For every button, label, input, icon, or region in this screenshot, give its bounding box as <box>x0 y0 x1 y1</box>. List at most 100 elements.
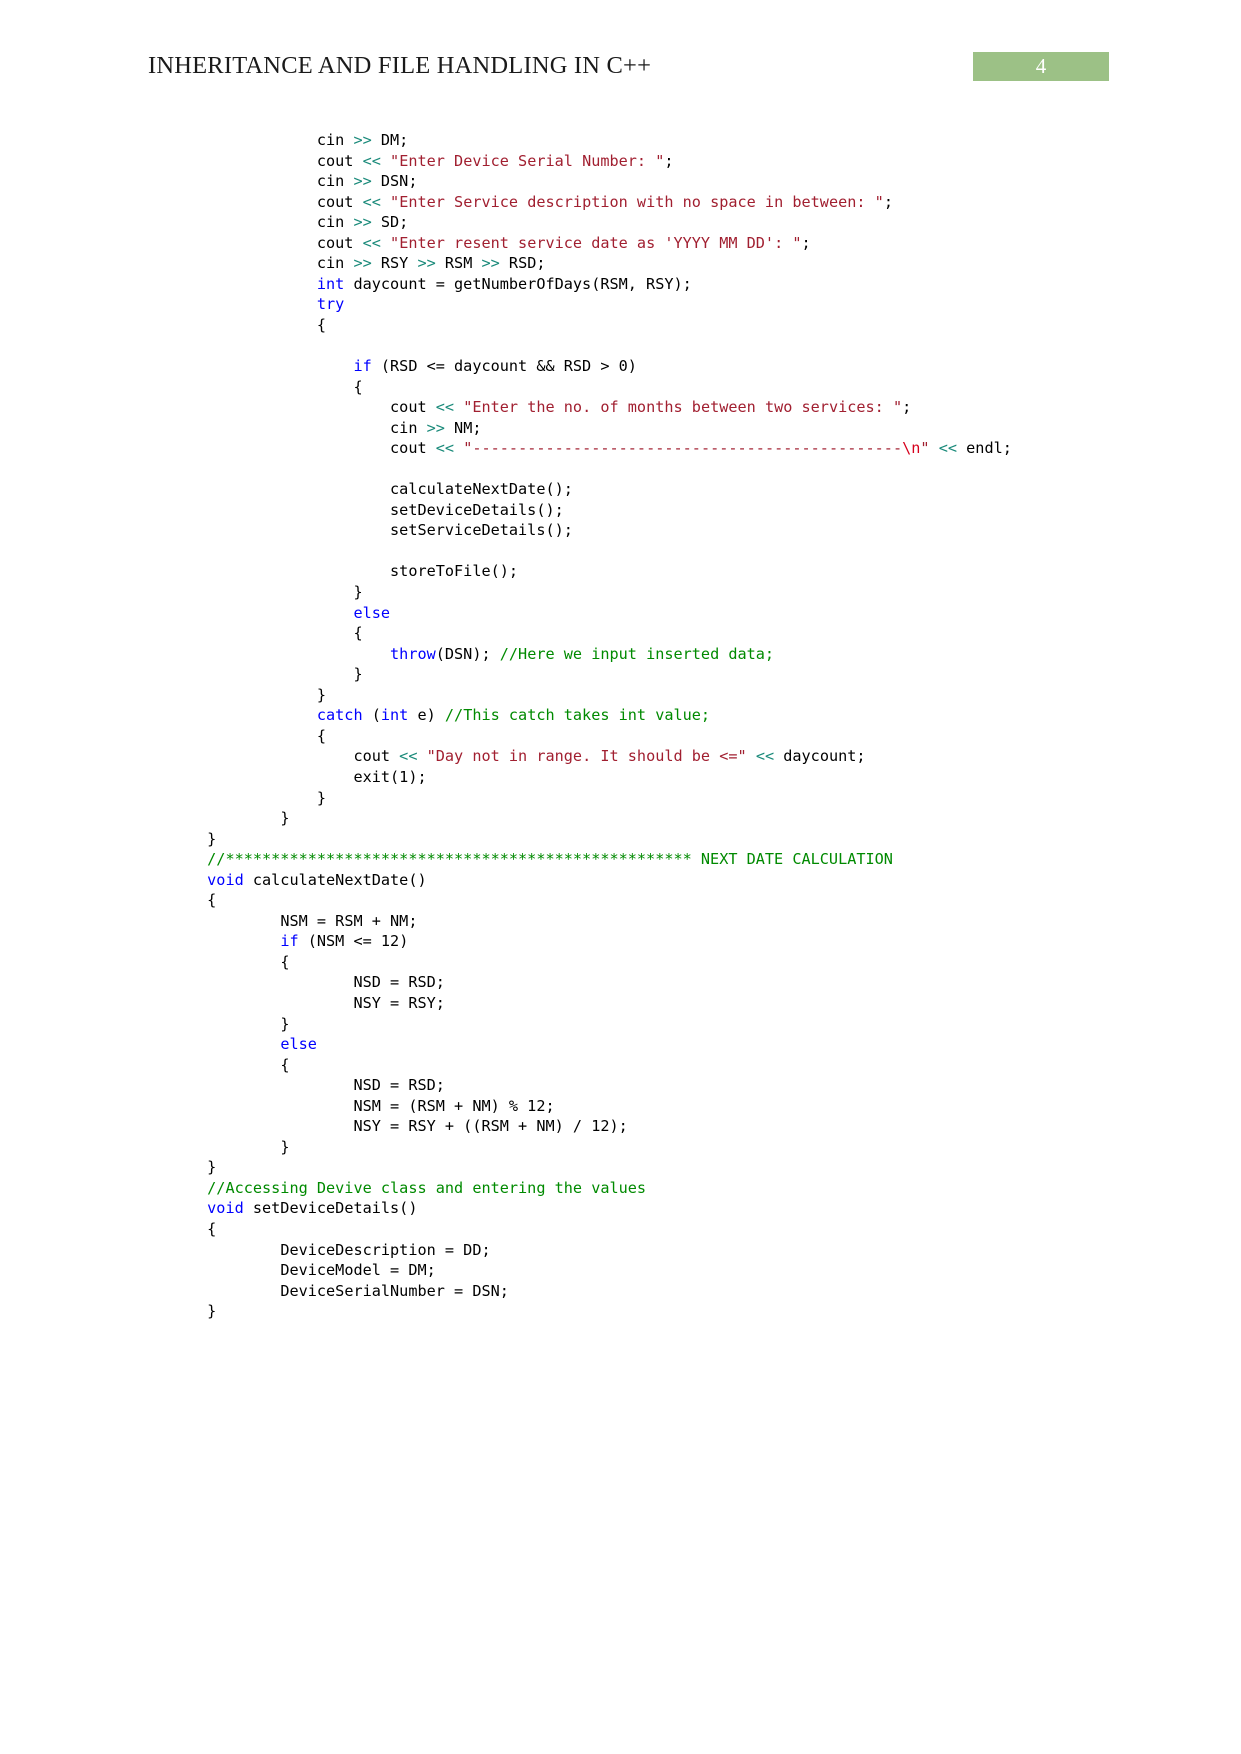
code-token: ; <box>902 398 912 417</box>
code-token: if <box>280 932 299 951</box>
code-token: ( <box>362 706 381 725</box>
code-token: " <box>920 439 930 458</box>
code-token: //This catch takes int value; <box>444 706 711 725</box>
code-line: //Accessing Devive class and entering th… <box>134 1179 646 1197</box>
code-line: cin >> DM; <box>134 131 408 149</box>
code-line: catch (int e) //This catch takes int val… <box>134 706 710 724</box>
code-token: (NSM <= 12) <box>298 932 409 951</box>
code-token: NSM = RSM + NM; <box>134 911 418 930</box>
code-token: NSY = RSY; <box>134 993 445 1012</box>
code-token: << <box>938 439 958 458</box>
code-token: RSD; <box>499 254 546 273</box>
code-token: { <box>134 891 217 910</box>
code-token: } <box>134 1137 290 1156</box>
code-line: DeviceSerialNumber = DSN; <box>134 1282 509 1300</box>
code-line: setDeviceDetails(); <box>134 501 564 519</box>
code-token: calculateNextDate() <box>243 870 427 889</box>
code-token: >> <box>353 131 372 149</box>
code-line: DeviceDescription = DD; <box>134 1241 490 1259</box>
code-token: int <box>380 706 409 725</box>
code-token: "Enter Device Serial Number: " <box>390 151 665 170</box>
code-token: "---------------------------------------… <box>463 439 903 458</box>
code-token: << <box>435 398 455 417</box>
code-token: storeToFile(); <box>134 562 519 581</box>
code-line: DeviceModel = DM; <box>134 1261 435 1279</box>
code-token: << <box>435 439 455 458</box>
code-token: NM; <box>444 418 482 437</box>
page-header: INHERITANCE AND FILE HANDLING IN C++ 4 <box>0 0 1241 110</box>
code-line: } <box>134 1158 216 1176</box>
code-token: { <box>134 315 327 334</box>
code-line: NSD = RSD; <box>134 1076 445 1095</box>
code-token: //Accessing Devive class and entering th… <box>207 1178 647 1197</box>
code-line: cout << "-------------------------------… <box>134 439 1012 457</box>
code-token: NSD = RSD; <box>134 973 445 992</box>
code-line: NSM = RSM + NM; <box>134 912 417 930</box>
code-line: setServiceDetails(); <box>134 521 573 539</box>
code-token: RSM <box>435 254 482 273</box>
code-token: cout <box>134 398 436 417</box>
code-line: { <box>134 891 216 909</box>
code-line: cout << "Day not in range. It should be … <box>134 747 865 766</box>
page-title: INHERITANCE AND FILE HANDLING IN C++ <box>148 52 652 79</box>
code-token: { <box>134 952 290 971</box>
page-number-badge: 4 <box>973 52 1109 81</box>
code-line: throw(DSN); //Here we input inserted dat… <box>134 645 774 663</box>
code-line: } <box>134 686 326 704</box>
code-line: } <box>134 1302 216 1320</box>
code-token: { <box>134 1219 217 1238</box>
code-line: cout << "Enter resent service date as 'Y… <box>134 234 811 252</box>
code-token: NSD = RSD; <box>134 1076 445 1095</box>
code-line: NSY = RSY; <box>134 993 445 1012</box>
code-line: { <box>134 1220 216 1238</box>
code-token: cin <box>134 254 354 273</box>
code-token: void <box>207 870 244 889</box>
code-token: \n <box>902 439 921 458</box>
code-line: cin >> NM; <box>134 419 481 437</box>
code-token: setServiceDetails(); <box>134 521 573 540</box>
code-line: cin >> DSN; <box>134 172 418 191</box>
code-token: catch <box>316 706 363 725</box>
code-token: cout <box>134 233 363 252</box>
code-line: cout << "Enter the no. of months between… <box>134 398 911 416</box>
code-token: cout <box>134 747 400 766</box>
code-token: calculateNextDate(); <box>134 480 573 499</box>
code-line: } <box>134 665 363 684</box>
code-line: if (NSM <= 12) <box>134 932 408 950</box>
code-token: } <box>134 788 327 807</box>
code-token: ; <box>801 233 811 252</box>
code-line: { <box>134 1056 289 1074</box>
code-token: e) <box>408 706 445 725</box>
code-line: if (RSD <= daycount && RSD > 0) <box>134 357 637 376</box>
code-token: cin <box>134 131 354 149</box>
code-line: NSY = RSY + ((RSM + NM) / 12); <box>134 1117 627 1135</box>
code-token: << <box>362 233 381 252</box>
code-token: cin <box>134 213 354 232</box>
code-line: void calculateNextDate() <box>134 870 427 889</box>
code-token: >> <box>353 172 372 191</box>
code-token: cin <box>134 418 427 437</box>
code-token: ; <box>664 151 674 170</box>
code-token: exit(1); <box>134 767 427 786</box>
code-token: (DSN); <box>435 644 500 663</box>
code-token: } <box>134 665 363 684</box>
code-token: } <box>134 1014 290 1033</box>
code-token: "Enter Service description with no space… <box>390 192 884 211</box>
code-token: DeviceSerialNumber = DSN; <box>134 1281 509 1300</box>
code-line: { <box>134 316 326 334</box>
code-token: >> <box>417 254 436 273</box>
code-token: } <box>134 583 363 602</box>
code-token: << <box>755 747 775 766</box>
code-token: cout <box>134 192 363 211</box>
code-line: calculateNextDate(); <box>134 480 573 498</box>
code-token: (RSD <= daycount && RSD > 0) <box>371 357 637 376</box>
